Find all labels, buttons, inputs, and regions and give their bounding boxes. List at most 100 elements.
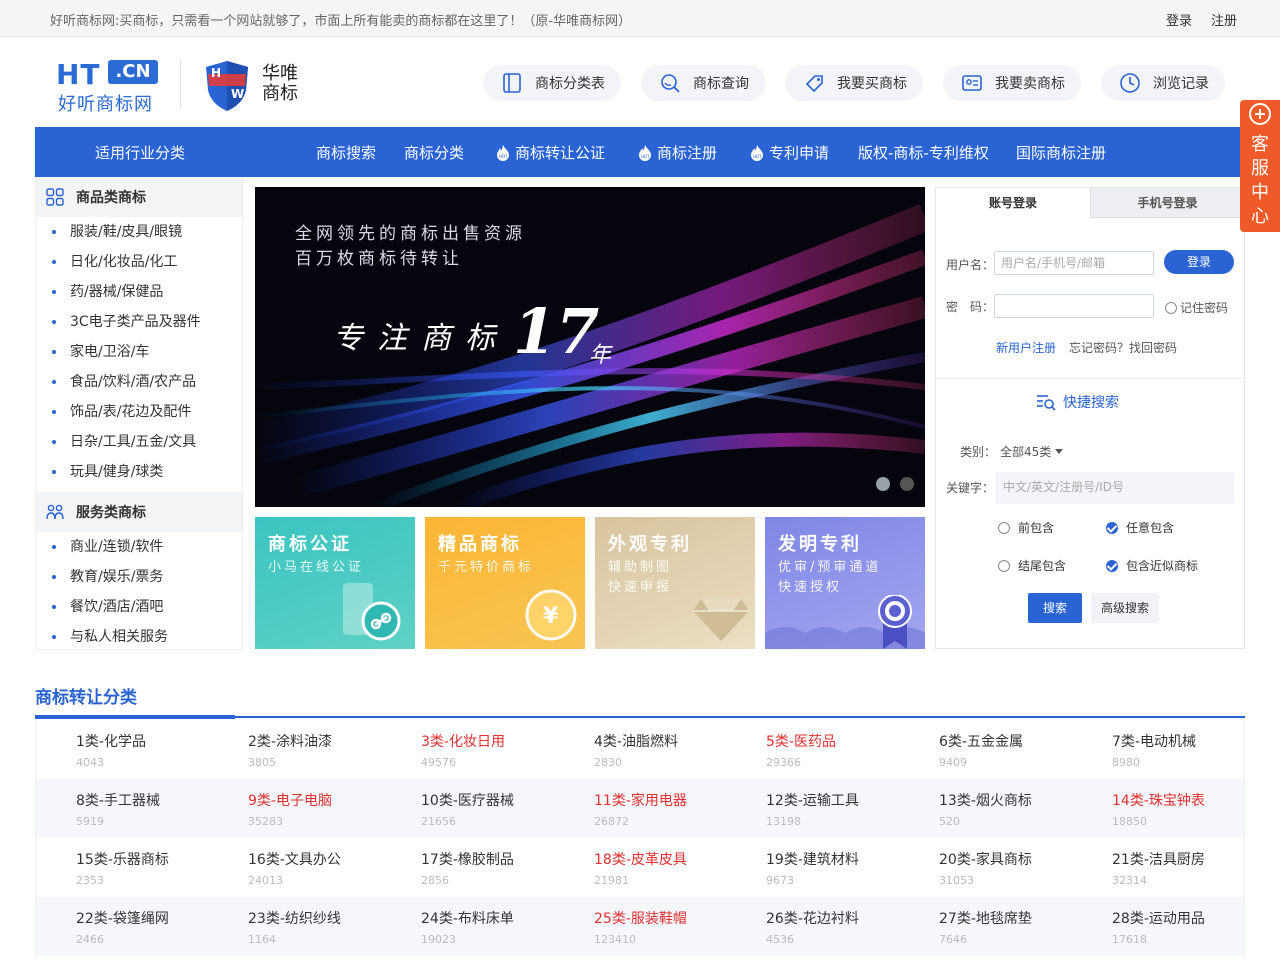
category-name[interactable]: 19类-建筑材料 bbox=[766, 849, 859, 869]
notary-promo-tile[interactable]: 商标公证 小马在线公证 bbox=[255, 517, 415, 649]
hero-banner[interactable]: 全网领先的商标出售资源 百万枚商标待转让 专注商标 17 年 bbox=[255, 187, 925, 507]
category-cell[interactable]: 17类-橡胶制品 2856 bbox=[421, 838, 581, 897]
trademark-query-button[interactable]: 商标查询 bbox=[641, 65, 766, 101]
category-name[interactable]: 20类-家具商标 bbox=[939, 849, 1032, 869]
site-logo[interactable]: HT .CN 好听商标网 bbox=[56, 56, 160, 115]
category-cell[interactable]: 5类-医药品 29366 bbox=[766, 720, 926, 779]
category-cell[interactable]: 3类-化妆日用 49576 bbox=[421, 720, 581, 779]
category-cell[interactable]: 14类-珠宝钟表 18850 bbox=[1112, 779, 1272, 838]
category-cell[interactable]: 1类-化学品 4043 bbox=[76, 720, 236, 779]
category-name[interactable]: 14类-珠宝钟表 bbox=[1112, 790, 1205, 810]
carousel-dot-2[interactable] bbox=[900, 477, 914, 491]
sidebar-item[interactable]: 食品/饮料/酒/农产品 bbox=[36, 367, 242, 397]
remember-password[interactable]: 记住密码 bbox=[1165, 299, 1228, 316]
check-icon[interactable] bbox=[1106, 559, 1118, 572]
option-prefix[interactable]: 前包含 bbox=[998, 519, 1054, 536]
nav-trademark-category[interactable]: 商标分类 bbox=[404, 142, 464, 163]
category-cell[interactable]: 13类-烟火商标 520 bbox=[939, 779, 1099, 838]
category-name[interactable]: 26类-花边衬料 bbox=[766, 908, 859, 928]
category-name[interactable]: 11类-家用电器 bbox=[594, 790, 687, 810]
advanced-search-button[interactable]: 高级搜索 bbox=[1091, 593, 1159, 623]
sidebar-item[interactable]: 饰品/表/花边及配件 bbox=[36, 397, 242, 427]
sidebar-item[interactable]: 日化/化妆品/化工 bbox=[36, 247, 242, 277]
category-name[interactable]: 2类-涂料油漆 bbox=[248, 731, 332, 751]
category-name[interactable]: 25类-服装鞋帽 bbox=[594, 908, 687, 928]
forgot-password-link[interactable]: 忘记密码？找回密码 bbox=[1069, 339, 1177, 356]
design-patent-tile[interactable]: 外观专利 辅助制图 快速申报 bbox=[595, 517, 755, 649]
sidebar-item[interactable]: 服装/鞋/皮具/眼镜 bbox=[36, 217, 242, 247]
category-cell[interactable]: 24类-布料床单 19023 bbox=[421, 897, 581, 956]
category-cell[interactable]: 2类-涂料油漆 3805 bbox=[248, 720, 408, 779]
category-cell[interactable]: 15类-乐器商标 2353 bbox=[76, 838, 236, 897]
category-name[interactable]: 21类-洁具厨房 bbox=[1112, 849, 1205, 869]
nav-trademark-register[interactable]: HOT 商标注册 bbox=[638, 142, 717, 163]
nav-international-register[interactable]: 国际商标注册 bbox=[1016, 142, 1106, 163]
option-any[interactable]: 任意包含 bbox=[1106, 519, 1174, 536]
category-cell[interactable]: 19类-建筑材料 9673 bbox=[766, 838, 926, 897]
sidebar-item[interactable]: 餐饮/酒店/酒吧 bbox=[36, 592, 242, 622]
carousel-dot-1[interactable] bbox=[876, 477, 890, 491]
category-cell[interactable]: 12类-运输工具 13198 bbox=[766, 779, 926, 838]
username-input[interactable]: 用户名/手机号/邮箱 bbox=[994, 251, 1154, 275]
login-button[interactable]: 登录 bbox=[1164, 250, 1234, 274]
category-cell[interactable]: 11类-家用电器 26872 bbox=[594, 779, 754, 838]
option-similar[interactable]: 包含近似商标 bbox=[1106, 557, 1198, 574]
classification-table-button[interactable]: 商标分类表 bbox=[483, 65, 621, 101]
category-cell[interactable]: 18类-皮革皮具 21981 bbox=[594, 838, 754, 897]
category-cell[interactable]: 4类-油脂燃料 2830 bbox=[594, 720, 754, 779]
category-cell[interactable]: 9类-电子电脑 35283 bbox=[248, 779, 408, 838]
login-link[interactable]: 登录 bbox=[1166, 10, 1192, 29]
tab-phone-login[interactable]: 手机号登录 bbox=[1090, 188, 1244, 218]
keyword-input[interactable]: 中文/英文/注册号/ID号 bbox=[995, 472, 1234, 504]
premium-trademark-tile[interactable]: 精品商标 千元特价商标 ¥ bbox=[425, 517, 585, 649]
category-name[interactable]: 1类-化学品 bbox=[76, 731, 146, 751]
category-cell[interactable]: 21类-洁具厨房 32314 bbox=[1112, 838, 1272, 897]
register-link[interactable]: 注册 bbox=[1211, 10, 1237, 29]
radio-unchecked[interactable] bbox=[998, 559, 1010, 572]
category-name[interactable]: 22类-袋篷绳网 bbox=[76, 908, 169, 928]
category-name[interactable]: 9类-电子电脑 bbox=[248, 790, 332, 810]
option-suffix[interactable]: 结尾包含 bbox=[998, 557, 1066, 574]
category-cell[interactable]: 20类-家具商标 31053 bbox=[939, 838, 1099, 897]
category-name[interactable]: 3类-化妆日用 bbox=[421, 731, 505, 751]
category-cell[interactable]: 10类-医疗器械 21656 bbox=[421, 779, 581, 838]
category-name[interactable]: 27类-地毯席垫 bbox=[939, 908, 1032, 928]
category-name[interactable]: 17类-橡胶制品 bbox=[421, 849, 514, 869]
category-cell[interactable]: 6类-五金金属 9409 bbox=[939, 720, 1099, 779]
category-name[interactable]: 7类-电动机械 bbox=[1112, 731, 1196, 751]
category-cell[interactable]: 22类-袋篷绳网 2466 bbox=[76, 897, 236, 956]
sell-trademark-button[interactable]: 我要卖商标 bbox=[943, 65, 1081, 101]
sidebar-item[interactable]: 与私人相关服务 bbox=[36, 622, 242, 652]
category-cell[interactable]: 23类-纺织纱线 1164 bbox=[248, 897, 408, 956]
category-name[interactable]: 8类-手工器械 bbox=[76, 790, 160, 810]
nav-rights-protection[interactable]: 版权-商标-专利维权 bbox=[858, 142, 989, 163]
sidebar-item[interactable]: 日杂/工具/五金/文具 bbox=[36, 427, 242, 457]
category-select[interactable]: 全部45类 bbox=[1000, 443, 1064, 460]
customer-service-float[interactable]: 客服中心 bbox=[1240, 100, 1280, 232]
category-name[interactable]: 23类-纺织纱线 bbox=[248, 908, 341, 928]
category-cell[interactable]: 7类-电动机械 8980 bbox=[1112, 720, 1272, 779]
invention-patent-tile[interactable]: 发明专利 优审/预审通道 快速授权 bbox=[765, 517, 925, 649]
category-name[interactable]: 6类-五金金属 bbox=[939, 731, 1023, 751]
check-icon[interactable] bbox=[1106, 521, 1118, 534]
category-name[interactable]: 12类-运输工具 bbox=[766, 790, 859, 810]
category-name[interactable]: 13类-烟火商标 bbox=[939, 790, 1032, 810]
nav-patent-apply[interactable]: HOT 专利申请 bbox=[750, 142, 829, 163]
search-button[interactable]: 搜索 bbox=[1028, 593, 1082, 623]
browse-history-button[interactable]: 浏览记录 bbox=[1101, 65, 1225, 101]
sidebar-item[interactable]: 玩具/健身/球类 bbox=[36, 457, 242, 487]
password-input[interactable] bbox=[994, 294, 1154, 318]
industry-category-menu[interactable]: 适用行业分类 bbox=[95, 142, 185, 163]
remember-checkbox[interactable] bbox=[1165, 301, 1177, 314]
category-cell[interactable]: 25类-服装鞋帽 123410 bbox=[594, 897, 754, 956]
sidebar-item[interactable]: 3C电子类产品及器件 bbox=[36, 307, 242, 337]
sidebar-item[interactable]: 商业/连锁/软件 bbox=[36, 532, 242, 562]
category-cell[interactable]: 8类-手工器械 5919 bbox=[76, 779, 236, 838]
tab-account-login[interactable]: 账号登录 bbox=[936, 188, 1090, 218]
radio-unchecked[interactable] bbox=[998, 521, 1010, 534]
category-name[interactable]: 28类-运动用品 bbox=[1112, 908, 1205, 928]
category-name[interactable]: 4类-油脂燃料 bbox=[594, 731, 678, 751]
new-user-register-link[interactable]: 新用户注册 bbox=[996, 339, 1056, 356]
category-cell[interactable]: 16类-文具办公 24013 bbox=[248, 838, 408, 897]
nav-transfer-notary[interactable]: HOT 商标转让公证 bbox=[496, 142, 605, 163]
